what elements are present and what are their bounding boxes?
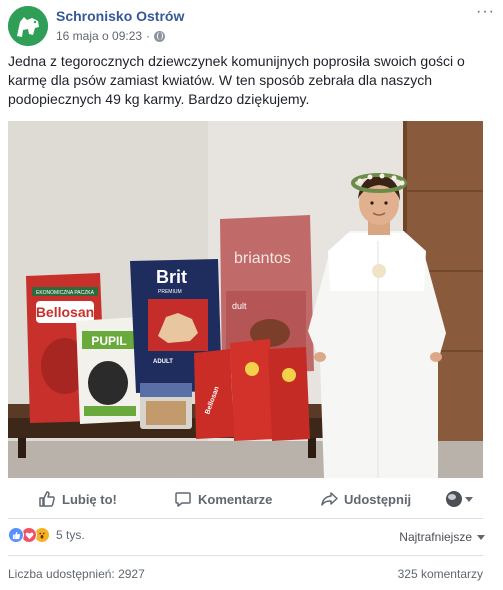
share-button-label: Udostępnij	[344, 491, 412, 507]
post-action-bar: Lubię to! Komentarze Udostępnij	[8, 484, 483, 514]
reaction-count: 5 tys.	[56, 528, 85, 542]
divider	[8, 518, 483, 519]
share-arrow-icon	[321, 492, 338, 506]
comment-button[interactable]: Komentarze	[174, 490, 272, 508]
bag1-top-label: EKONOMICZNA PACZKA	[36, 290, 95, 296]
page-name-link[interactable]: Schronisko Ostrów	[56, 8, 184, 24]
audience-selector[interactable]	[446, 491, 473, 507]
treat-container	[140, 383, 192, 429]
chevron-down-icon	[465, 496, 473, 502]
like-reaction-icon	[8, 527, 24, 543]
dog-logo-icon	[8, 6, 48, 46]
bag2-adult-label: ADULT	[153, 359, 173, 365]
share-count[interactable]: Liczba udostępnień: 2927	[8, 567, 145, 581]
thumbs-up-icon	[39, 491, 55, 507]
divider	[8, 555, 483, 556]
post-meta: 16 maja o 09:23 ·	[56, 29, 166, 43]
post-header: Schronisko Ostrów 16 maja o 09:23 · ···	[8, 4, 495, 48]
comment-count[interactable]: 325 komentarzy	[398, 567, 483, 581]
post-timestamp[interactable]: 16 maja o 09:23	[56, 29, 142, 43]
post-photo[interactable]: EKONOMICZNA PACZKA Bellosan PUPIL Brit P…	[8, 121, 483, 478]
profile-picture-icon	[446, 491, 462, 507]
pupil-bag: PUPIL	[76, 317, 142, 424]
facebook-post: Schronisko Ostrów 16 maja o 09:23 · ··· …	[0, 0, 503, 590]
bag4-label: PUPIL	[91, 334, 126, 348]
reactions-summary[interactable]: 5 tys.	[8, 527, 85, 543]
comment-sort-dropdown[interactable]: Najtrafniejsze	[399, 530, 485, 544]
comment-button-label: Komentarze	[198, 491, 273, 507]
meta-separator: ·	[146, 29, 151, 43]
bag2-sublabel: PREMIUM	[158, 289, 182, 295]
photo-illustration: EKONOMICZNA PACZKA Bellosan PUPIL Brit P…	[8, 121, 483, 478]
small-bellosan-bags: Bellosan	[194, 339, 310, 441]
bag2-label: Brit	[156, 267, 187, 287]
sort-label: Najtrafniejsze	[399, 530, 472, 544]
bag1-label: Bellosan	[36, 304, 94, 320]
like-button-label: Lubię to!	[62, 491, 117, 507]
bag3-sublabel: dult	[232, 301, 247, 311]
bag3-label: briantos	[234, 250, 291, 267]
public-globe-icon[interactable]	[154, 30, 166, 42]
page-avatar[interactable]	[8, 6, 48, 46]
share-button[interactable]: Udostępnij	[320, 490, 411, 508]
post-text: Jedna z tegorocznych dziewczynek komunij…	[8, 53, 465, 107]
more-options-icon[interactable]: ···	[476, 4, 495, 20]
chevron-down-icon	[477, 534, 485, 540]
like-button[interactable]: Lubię to!	[38, 490, 117, 508]
comment-bubble-icon	[175, 492, 191, 507]
